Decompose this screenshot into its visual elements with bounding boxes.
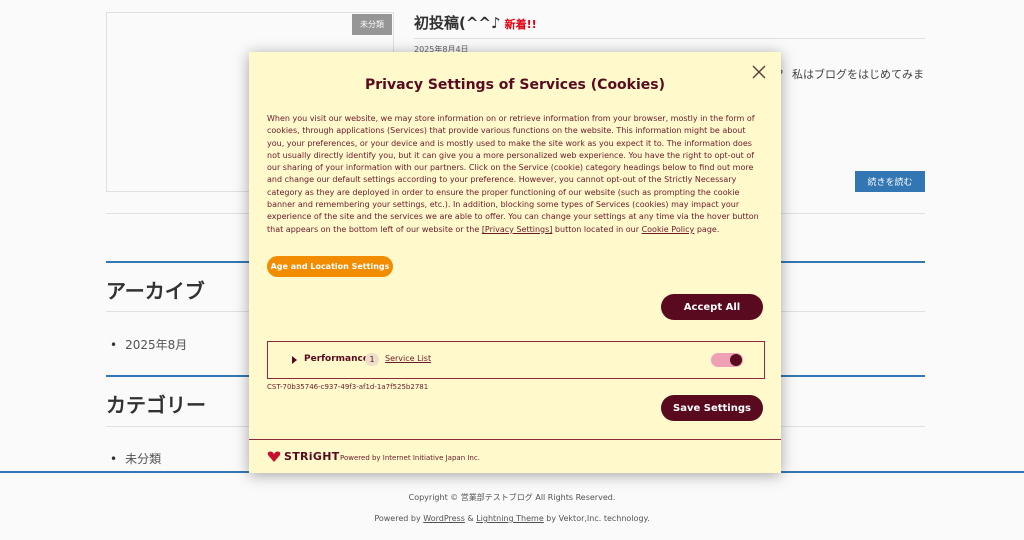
brand-name: STRiGHT — [284, 450, 340, 463]
privacy-settings-link[interactable]: [Privacy Settings] — [482, 225, 553, 234]
stright-logo: STRiGHT — [267, 450, 340, 463]
save-settings-button[interactable]: Save Settings — [661, 395, 763, 421]
performance-category[interactable]: Performance 1 Service List — [267, 341, 765, 379]
accept-all-button[interactable]: Accept All — [661, 294, 763, 320]
heart-icon — [267, 451, 281, 462]
consent-id: CST-70b35746-c937-49f3-af1d-1a7f525b2781 — [267, 383, 429, 391]
cookie-policy-link[interactable]: Cookie Policy — [642, 225, 695, 234]
performance-toggle[interactable] — [711, 353, 743, 367]
modal-description: When you visit our website, we may store… — [267, 114, 759, 234]
divider — [249, 439, 781, 440]
cookie-settings-modal: Privacy Settings of Services (Cookies) W… — [249, 52, 781, 473]
modal-title: Privacy Settings of Services (Cookies) — [364, 77, 666, 93]
expand-arrow-icon[interactable] — [292, 356, 297, 364]
category-count-badge: 1 — [365, 353, 379, 366]
category-label[interactable]: Performance — [304, 354, 369, 364]
age-location-settings-button[interactable]: Age and Location Settings — [267, 256, 393, 277]
service-list-link[interactable]: Service List — [385, 354, 431, 363]
toggle-knob — [730, 354, 742, 366]
powered-by-text: Powered by Internet Initiative Japan Inc… — [340, 454, 480, 462]
